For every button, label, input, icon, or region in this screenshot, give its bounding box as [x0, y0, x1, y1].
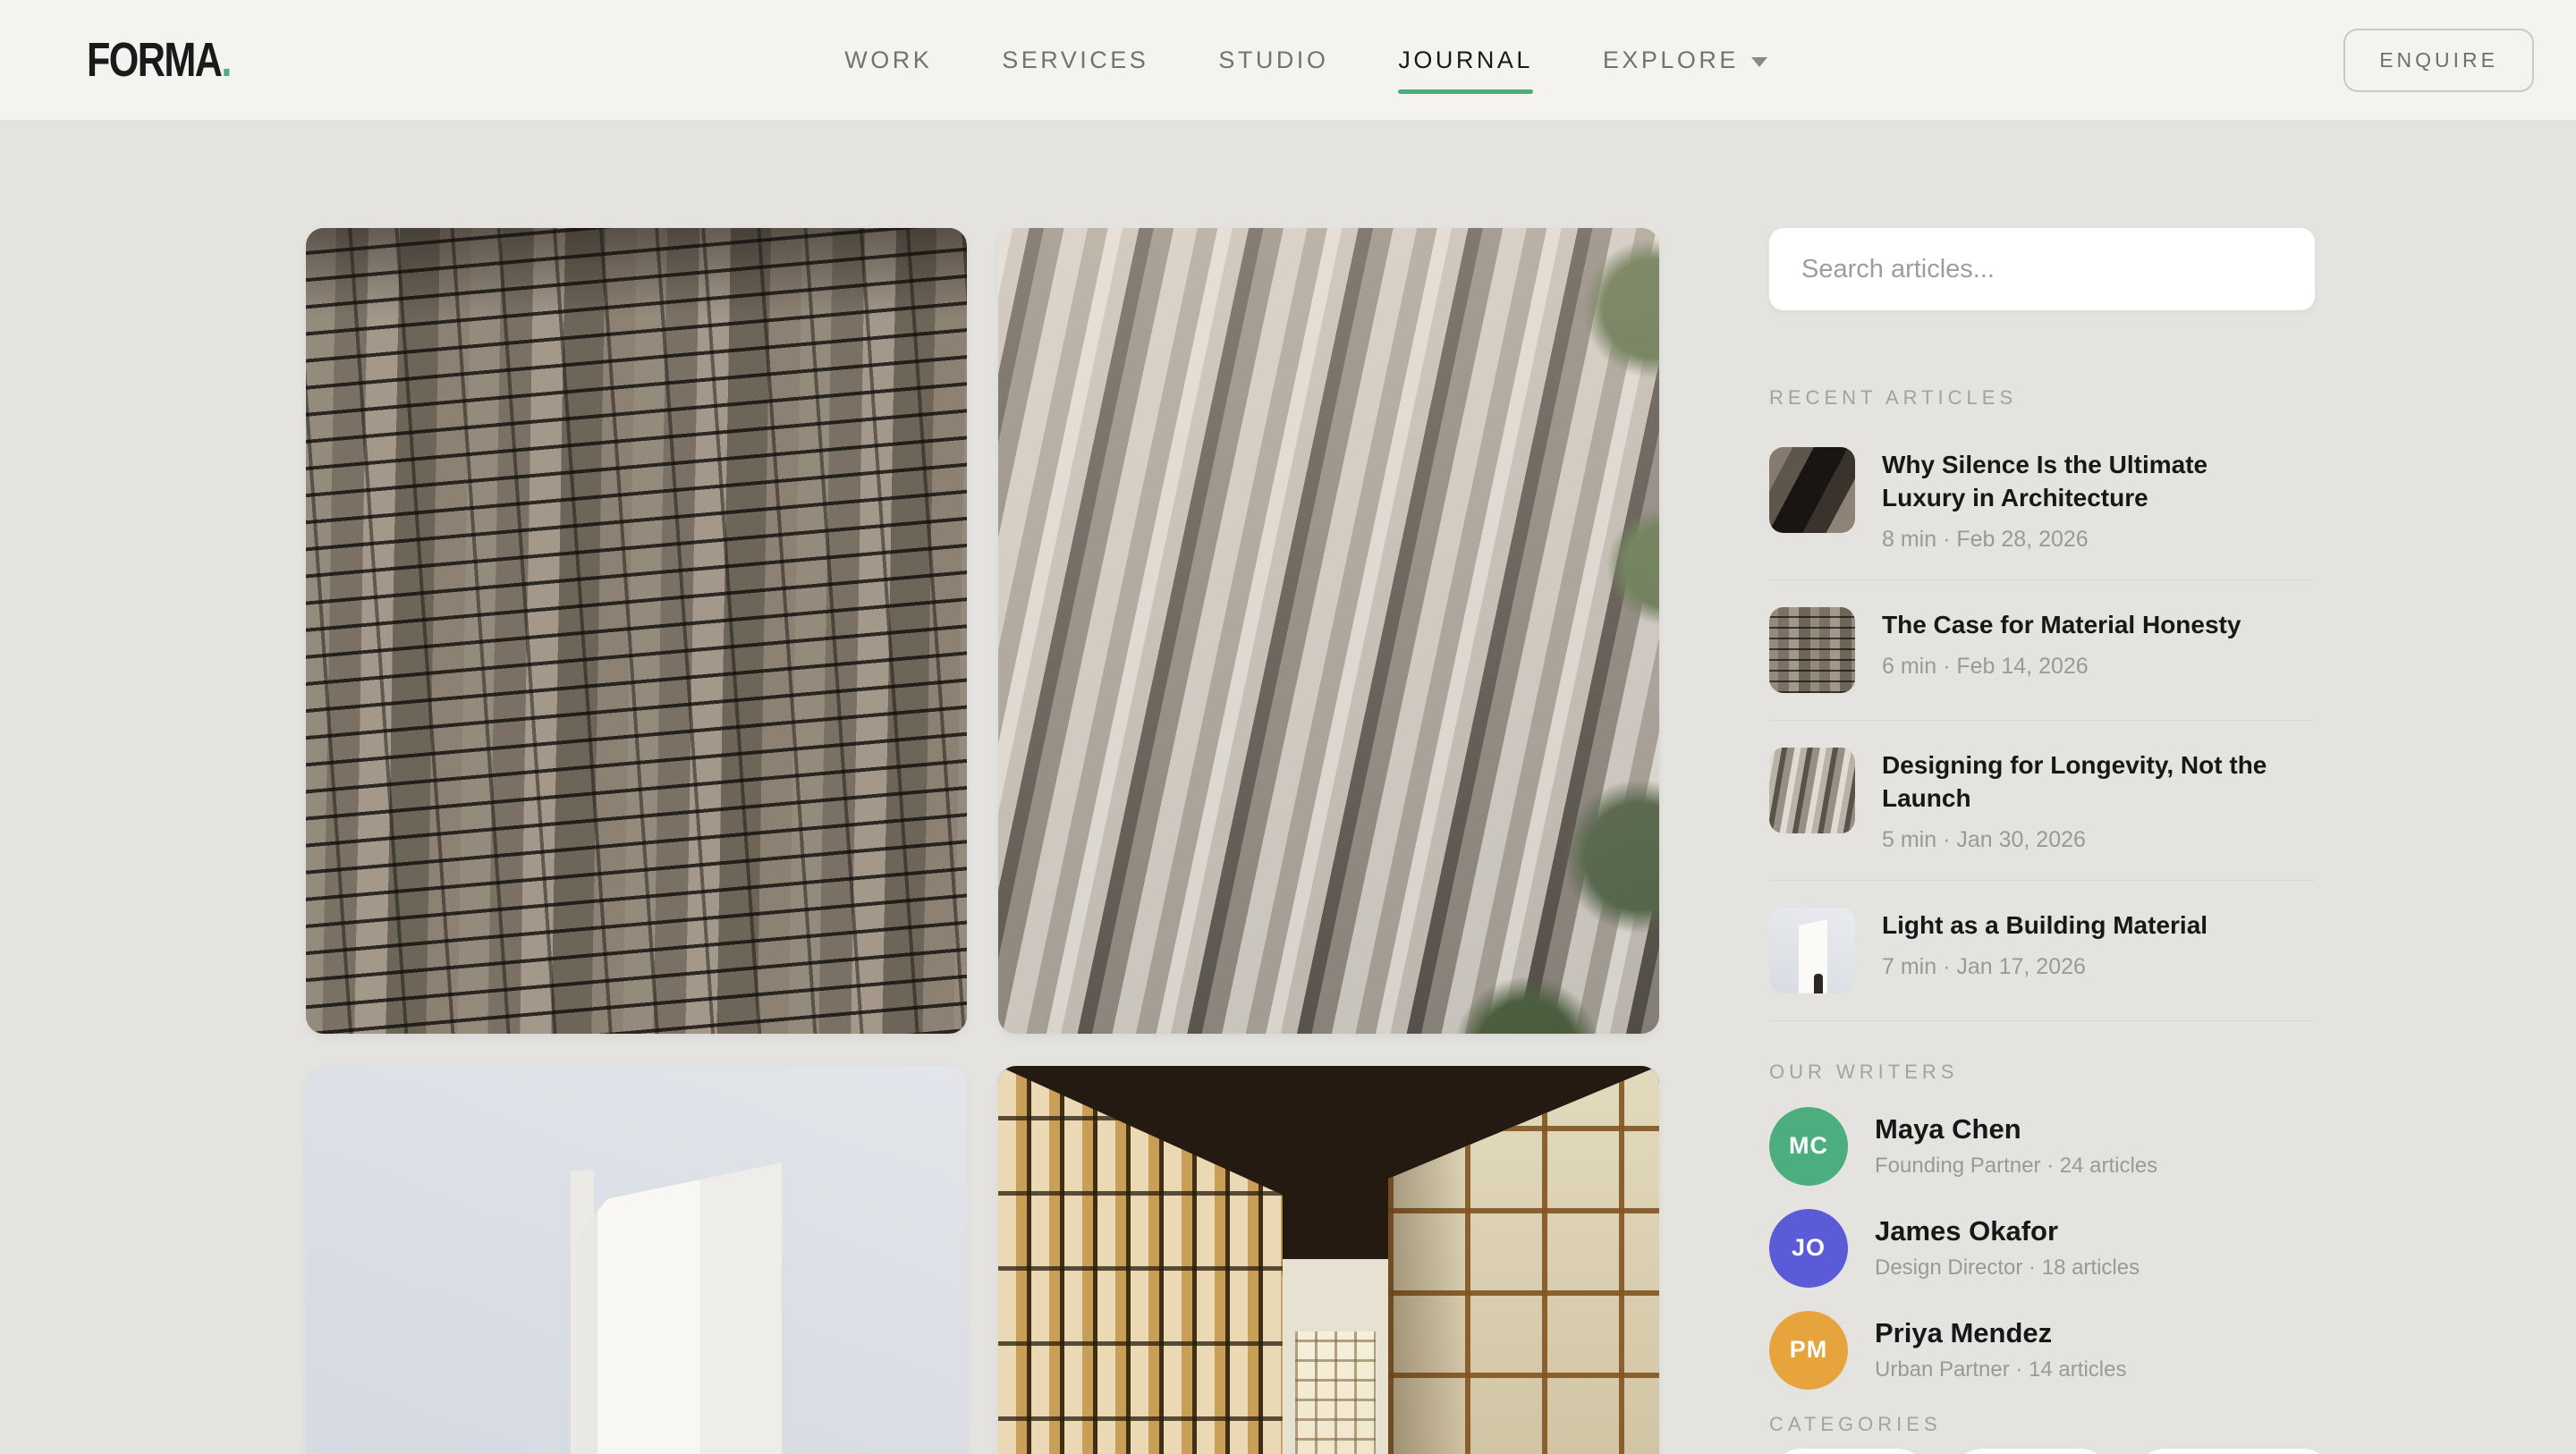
stone-wall-thumbnail	[1769, 607, 1855, 693]
recent-item-title: The Case for Material Honesty	[1882, 609, 2241, 642]
recent-item-text: Why Silence Is the Ultimate Luxury in Ar…	[1882, 447, 2275, 553]
our-writers-heading: OUR WRITERS	[1769, 1061, 2315, 1084]
facade-pattern-thumbnail	[1769, 748, 1855, 833]
nav-item-explore[interactable]: EXPLORE	[1603, 46, 1767, 74]
recent-item-text: Designing for Longevity, Not the Launch …	[1882, 748, 2275, 853]
corridor-shoji-window-shape	[1295, 1331, 1376, 1454]
writer-name: Maya Chen	[1875, 1113, 2157, 1145]
writer-text: Priya Mendez Urban Partner · 14 articles	[1875, 1317, 2126, 1382]
avatar: MC	[1769, 1107, 1848, 1186]
recent-item-meta: 6 min · Feb 14, 2026	[1882, 654, 2241, 680]
article-card-designing-longevity[interactable]: PRACTICE · 5 min Designing for Longevity…	[998, 228, 1659, 1034]
brand-accent-dot: .	[221, 33, 232, 87]
active-tab-underline	[1398, 89, 1533, 94]
writer-text: James Okafor Design Director · 18 articl…	[1875, 1215, 2140, 1281]
writer-name: Priya Mendez	[1875, 1317, 2126, 1349]
avatar: JO	[1769, 1209, 1848, 1288]
nav-item-work[interactable]: WORK	[844, 46, 932, 74]
enquire-button[interactable]: ENQUIRE	[2343, 29, 2534, 92]
category-chip-row: ESSAY CRAFT PRACTICE	[1769, 1449, 2315, 1454]
article-card-doorway[interactable]	[306, 1066, 967, 1454]
mini-person-shape	[1814, 974, 1823, 993]
nav-label-journal: JOURNAL	[1398, 46, 1533, 74]
recent-item-light[interactable]: Light as a Building Material 7 min · Jan…	[1769, 881, 2315, 1021]
corridor-end-wall-shape	[1283, 1259, 1388, 1454]
categories-heading: CATEGORIES	[1769, 1413, 2315, 1436]
nav-label-studio: STUDIO	[1218, 46, 1328, 74]
recent-item-longevity[interactable]: Designing for Longevity, Not the Launch …	[1769, 721, 2315, 881]
nav-label-services: SERVICES	[1002, 46, 1148, 74]
recent-item-title: Light as a Building Material	[1882, 909, 2207, 943]
wooden-corridor-photo	[998, 1066, 1659, 1454]
mini-door-shape	[1799, 919, 1828, 993]
nav-item-services[interactable]: SERVICES	[1002, 46, 1148, 74]
writer-name: James Okafor	[1875, 1215, 2140, 1247]
stone-wall-photo	[306, 228, 967, 1034]
article-card-material-honesty[interactable]: CRAFT · 6 min The Case for Material Hone…	[306, 228, 967, 1034]
brand-logo[interactable]: FORMA.	[87, 32, 232, 88]
nav-item-studio[interactable]: STUDIO	[1218, 46, 1328, 74]
avatar: PM	[1769, 1311, 1848, 1390]
writer-list: MC Maya Chen Founding Partner · 24 artic…	[1769, 1107, 2315, 1390]
recent-item-silence[interactable]: Why Silence Is the Ultimate Luxury in Ar…	[1769, 447, 2315, 580]
recent-item-meta: 7 min · Jan 17, 2026	[1882, 954, 2207, 980]
white-doorway-photo	[306, 1066, 967, 1454]
writer-meta: Design Director · 18 articles	[1875, 1255, 2140, 1281]
angled-facade-photo	[998, 228, 1659, 1034]
recent-item-text: Light as a Building Material 7 min · Jan…	[1882, 908, 2207, 980]
nav-item-journal[interactable]: JOURNAL	[1398, 46, 1533, 74]
article-grid: CRAFT · 6 min The Case for Material Hone…	[306, 228, 1659, 1454]
white-doorway-thumbnail	[1769, 908, 1855, 993]
brand-name: FORMA	[87, 33, 221, 87]
nav-label-explore: EXPLORE	[1603, 46, 1739, 74]
writer-maya-chen[interactable]: MC Maya Chen Founding Partner · 24 artic…	[1769, 1107, 2315, 1186]
recent-item-title: Designing for Longevity, Not the Launch	[1882, 749, 2275, 816]
dark-concrete-thumbnail	[1769, 447, 1855, 533]
sidebar: RECENT ARTICLES Why Silence Is the Ultim…	[1769, 228, 2315, 1454]
recent-item-title: Why Silence Is the Ultimate Luxury in Ar…	[1882, 449, 2275, 515]
journal-page-content: CRAFT · 6 min The Case for Material Hone…	[0, 121, 2576, 1454]
writer-meta: Founding Partner · 24 articles	[1875, 1154, 2157, 1179]
category-chip-practice[interactable]: PRACTICE	[2133, 1449, 2334, 1454]
category-chip-craft[interactable]: CRAFT	[1951, 1449, 2113, 1454]
writer-meta: Urban Partner · 14 articles	[1875, 1357, 2126, 1382]
nav-label-work: WORK	[844, 46, 932, 74]
recent-item-material-honesty[interactable]: The Case for Material Honesty 6 min · Fe…	[1769, 580, 2315, 721]
writer-james-okafor[interactable]: JO James Okafor Design Director · 18 art…	[1769, 1209, 2315, 1288]
article-card-corridor[interactable]	[998, 1066, 1659, 1454]
recent-item-meta: 5 min · Jan 30, 2026	[1882, 827, 2275, 853]
recent-item-meta: 8 min · Feb 28, 2026	[1882, 527, 2275, 553]
writer-text: Maya Chen Founding Partner · 24 articles	[1875, 1113, 2157, 1179]
category-chip-essay[interactable]: ESSAY	[1769, 1449, 1929, 1454]
writer-priya-mendez[interactable]: PM Priya Mendez Urban Partner · 14 artic…	[1769, 1311, 2315, 1390]
recent-articles-heading: RECENT ARTICLES	[1769, 386, 2315, 410]
chevron-down-icon	[1751, 57, 1767, 67]
search-input[interactable]	[1769, 228, 2315, 310]
site-header: FORMA. WORK SERVICES STUDIO JOURNAL EXPL…	[0, 0, 2576, 121]
recent-item-text: The Case for Material Honesty 6 min · Fe…	[1882, 607, 2241, 680]
recent-articles-list: Why Silence Is the Ultimate Luxury in Ar…	[1769, 447, 2315, 1021]
main-nav: WORK SERVICES STUDIO JOURNAL EXPLORE	[268, 46, 2343, 74]
door-opening-shape	[577, 1162, 782, 1454]
